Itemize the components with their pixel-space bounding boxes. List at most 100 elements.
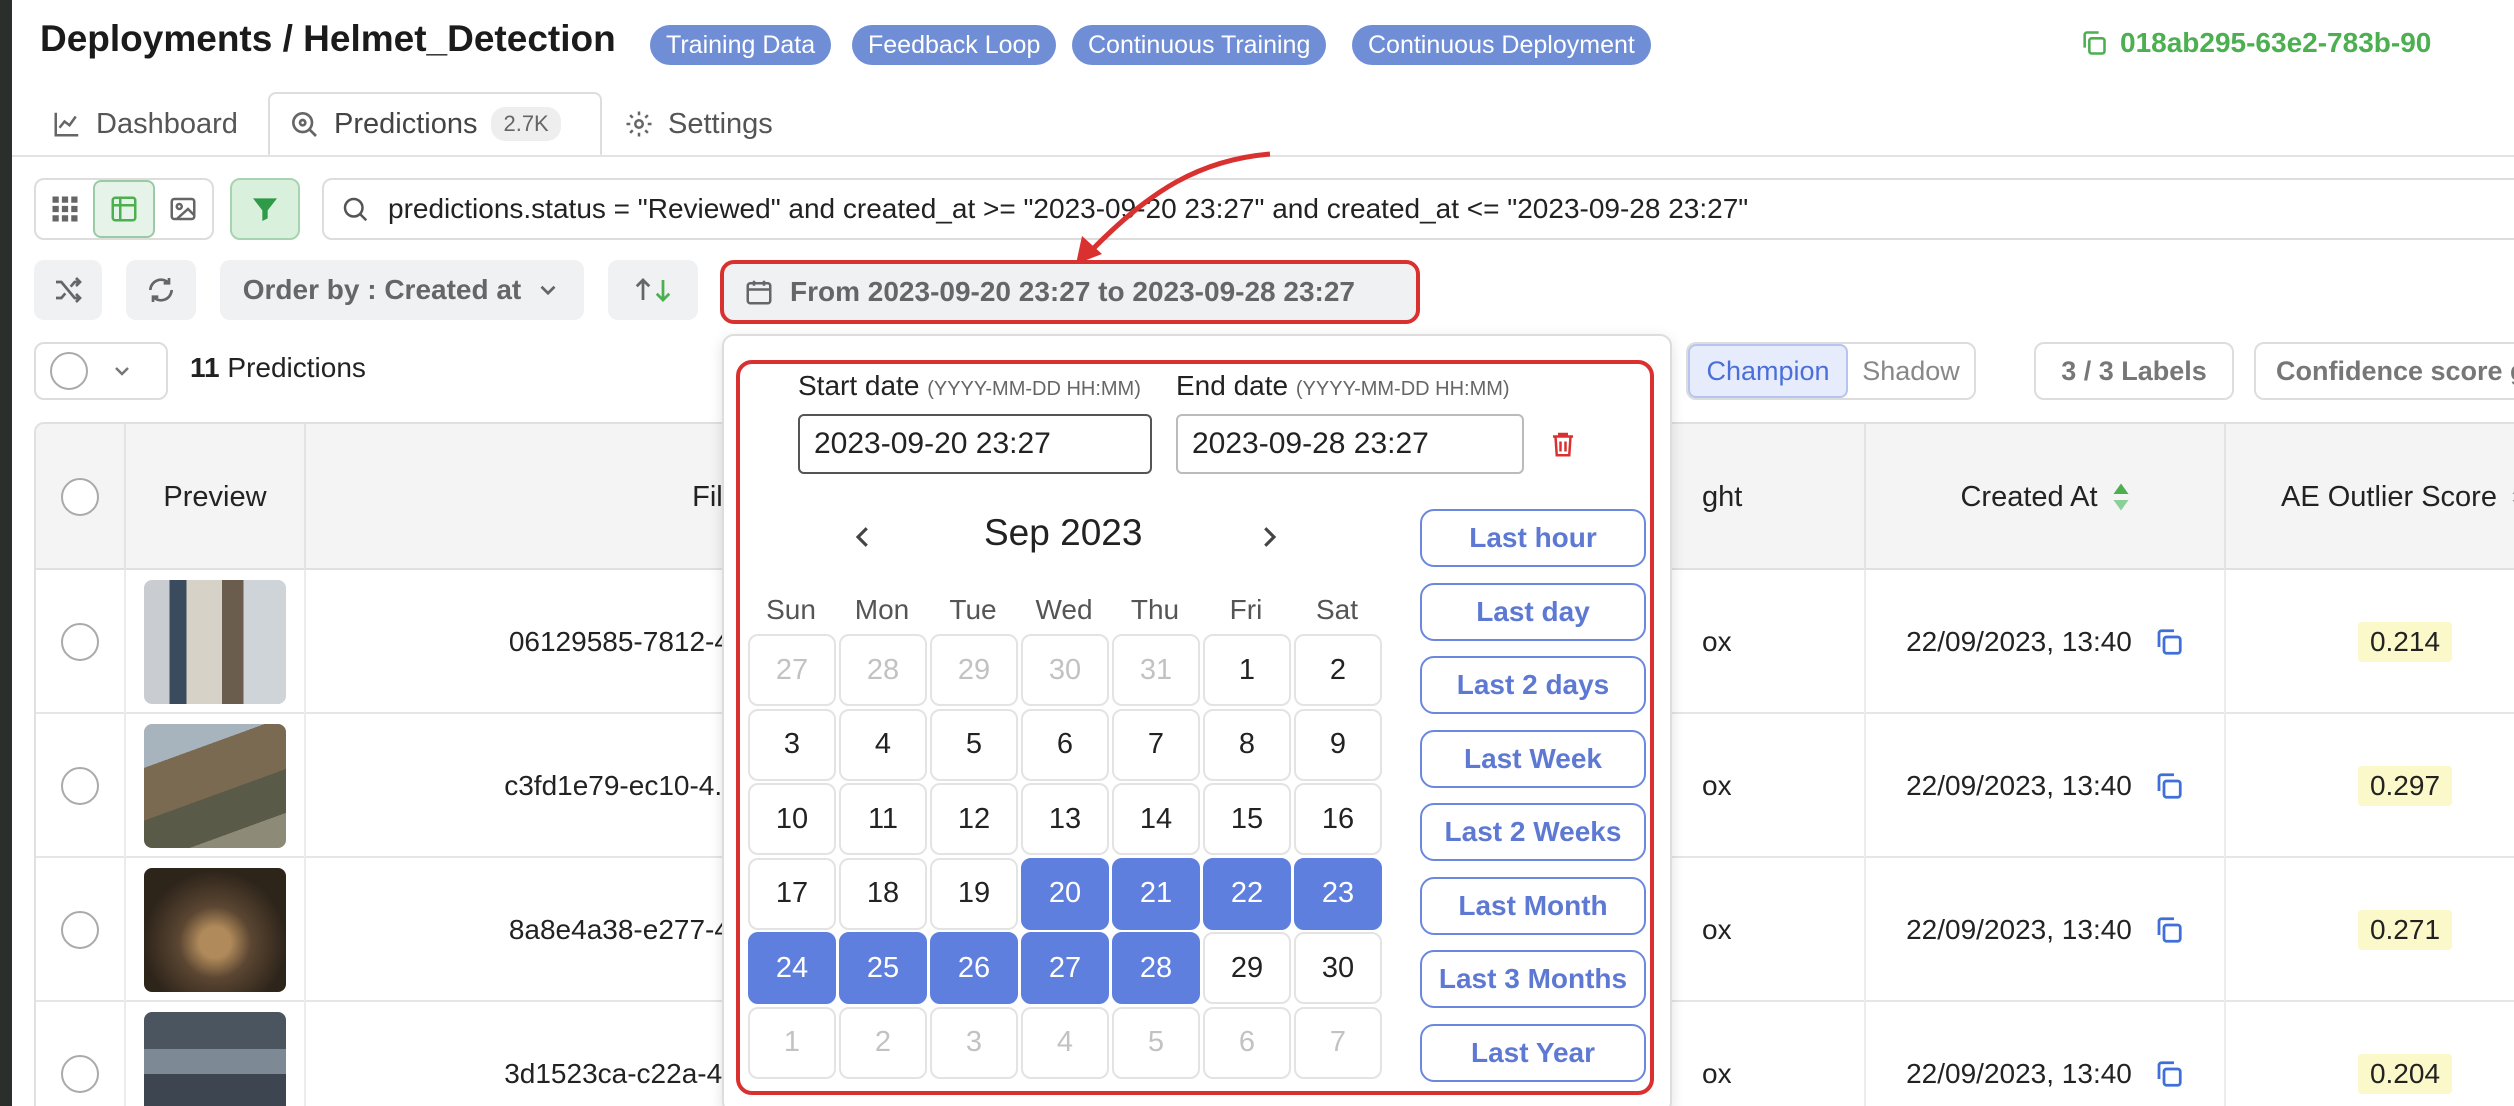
- calendar-day[interactable]: 11: [839, 783, 927, 855]
- shuffle-button[interactable]: [34, 260, 102, 320]
- copy-icon[interactable]: [2154, 915, 2184, 945]
- calendar-day[interactable]: 27: [1021, 932, 1109, 1004]
- calendar-day[interactable]: 3: [930, 1006, 1018, 1079]
- created-at-text: 22/09/2023, 13:40: [1906, 626, 2132, 657]
- calendar-day[interactable]: 13: [1021, 783, 1109, 855]
- header-checkbox[interactable]: [61, 478, 99, 516]
- refresh-button[interactable]: [126, 260, 196, 320]
- calendar-day[interactable]: 23: [1294, 857, 1382, 930]
- calendar-day[interactable]: 30: [1294, 932, 1382, 1004]
- preview-thumbnail[interactable]: [144, 868, 286, 992]
- calendar-day[interactable]: 27: [748, 634, 836, 706]
- quick-range-button[interactable]: Last day: [1420, 582, 1646, 641]
- deployment-id-text: 018ab295-63e2-783b-90: [2120, 27, 2432, 58]
- badge-continuous-training[interactable]: Continuous Training: [1072, 25, 1327, 65]
- deployment-id[interactable]: 018ab295-63e2-783b-90: [2080, 27, 2431, 59]
- trash-icon[interactable]: [1548, 428, 1578, 460]
- calendar-day[interactable]: 3: [748, 708, 836, 781]
- copy-icon[interactable]: [2154, 1059, 2184, 1089]
- calendar-day[interactable]: 12: [930, 783, 1018, 855]
- end-date-input[interactable]: 2023-09-28 23:27: [1176, 414, 1524, 474]
- chevron-left-icon[interactable]: [848, 520, 878, 554]
- sort-direction-button[interactable]: [608, 260, 698, 320]
- query-search-bar[interactable]: predictions.status = "Reviewed" and crea…: [322, 178, 2514, 240]
- calendar-day[interactable]: 17: [748, 857, 836, 930]
- ae-outlier-score: 0.297: [2357, 766, 2453, 806]
- calendar-day[interactable]: 31: [1112, 634, 1200, 706]
- row-checkbox[interactable]: [61, 1055, 99, 1093]
- select-all-checkbox[interactable]: [50, 352, 88, 390]
- badge-training-data[interactable]: Training Data: [650, 25, 832, 65]
- calendar-day[interactable]: 25: [839, 932, 927, 1004]
- row-checkbox[interactable]: [61, 623, 99, 661]
- quick-range-button[interactable]: Last 2 days: [1420, 656, 1646, 714]
- calendar-day[interactable]: 21: [1112, 857, 1200, 930]
- preview-thumbnail[interactable]: [144, 724, 286, 848]
- copy-icon[interactable]: [2154, 771, 2184, 801]
- quick-range-button[interactable]: Last Week: [1420, 729, 1646, 788]
- order-by-dropdown[interactable]: Order by : Created at: [220, 260, 584, 320]
- chevron-right-icon[interactable]: [1254, 520, 1284, 554]
- calendar-day[interactable]: 1: [1203, 634, 1291, 706]
- preview-thumbnail[interactable]: [144, 580, 286, 704]
- calendar-day[interactable]: 24: [748, 932, 836, 1004]
- confidence-score-filter[interactable]: Confidence score g: [2254, 342, 2514, 400]
- tab-predictions[interactable]: Predictions 2.7K: [268, 92, 602, 156]
- calendar-day[interactable]: 6: [1021, 708, 1109, 781]
- calendar-day[interactable]: 7: [1294, 1006, 1382, 1079]
- quick-range-button[interactable]: Last 3 Months: [1420, 950, 1646, 1008]
- calendar-day[interactable]: 7: [1112, 708, 1200, 781]
- calendar-day[interactable]: 6: [1203, 1006, 1291, 1079]
- copy-icon[interactable]: [2080, 29, 2108, 57]
- calendar-day[interactable]: 2: [1294, 634, 1382, 706]
- preview-thumbnail[interactable]: [144, 1012, 286, 1106]
- sort-icon[interactable]: [2112, 482, 2130, 512]
- quick-range-button[interactable]: Last Month: [1420, 876, 1646, 935]
- column-created-at[interactable]: Created At: [1866, 424, 2226, 570]
- image-view-button[interactable]: [155, 180, 212, 238]
- calendar-day[interactable]: 5: [930, 708, 1018, 781]
- calendar-day[interactable]: 4: [839, 708, 927, 781]
- calendar-day[interactable]: 4: [1021, 1006, 1109, 1079]
- quick-range-button[interactable]: Last 2 Weeks: [1420, 803, 1646, 861]
- tab-settings[interactable]: Settings: [606, 92, 791, 156]
- shadow-toggle[interactable]: Shadow: [1848, 344, 1974, 398]
- calendar-day[interactable]: 8: [1203, 708, 1291, 781]
- calendar-day[interactable]: 26: [930, 932, 1018, 1004]
- tab-dashboard[interactable]: Dashboard: [34, 92, 256, 156]
- quick-range-button[interactable]: Last hour: [1420, 509, 1646, 567]
- calendar-day[interactable]: 28: [839, 634, 927, 706]
- column-ght[interactable]: ght: [1666, 424, 1866, 570]
- calendar-day[interactable]: 28: [1112, 932, 1200, 1004]
- calendar-day[interactable]: 29: [930, 634, 1018, 706]
- calendar-day[interactable]: 14: [1112, 783, 1200, 855]
- calendar-day[interactable]: 19: [930, 857, 1018, 930]
- calendar-day[interactable]: 10: [748, 783, 836, 855]
- calendar-day[interactable]: 30: [1021, 634, 1109, 706]
- copy-icon[interactable]: [2154, 627, 2184, 657]
- created-at-cell: 22/09/2023, 13:40: [1866, 570, 2226, 714]
- select-all-dropdown[interactable]: [34, 342, 168, 400]
- calendar-day[interactable]: 1: [748, 1006, 836, 1079]
- grid-view-button[interactable]: [36, 180, 93, 238]
- calendar-day[interactable]: 20: [1021, 857, 1109, 930]
- row-checkbox[interactable]: [61, 767, 99, 805]
- calendar-day[interactable]: 16: [1294, 783, 1382, 855]
- calendar-day[interactable]: 18: [839, 857, 927, 930]
- row-checkbox[interactable]: [61, 911, 99, 949]
- calendar-day[interactable]: 29: [1203, 932, 1291, 1004]
- start-date-input[interactable]: 2023-09-20 23:27: [798, 414, 1152, 474]
- filter-button[interactable]: [230, 178, 300, 240]
- champion-toggle[interactable]: Champion: [1688, 344, 1848, 398]
- column-ae-outlier-score[interactable]: AE Outlier Score: [2226, 424, 2514, 570]
- calendar-day[interactable]: 9: [1294, 708, 1382, 781]
- calendar-day[interactable]: 22: [1203, 857, 1291, 930]
- badge-continuous-deployment[interactable]: Continuous Deployment: [1352, 25, 1651, 65]
- badge-feedback-loop[interactable]: Feedback Loop: [852, 25, 1057, 65]
- quick-range-button[interactable]: Last Year: [1420, 1023, 1646, 1082]
- table-view-button[interactable]: [93, 180, 155, 238]
- calendar-day[interactable]: 5: [1112, 1006, 1200, 1079]
- labels-filter[interactable]: 3 / 3 Labels: [2034, 342, 2234, 400]
- calendar-day[interactable]: 15: [1203, 783, 1291, 855]
- calendar-day[interactable]: 2: [839, 1006, 927, 1079]
